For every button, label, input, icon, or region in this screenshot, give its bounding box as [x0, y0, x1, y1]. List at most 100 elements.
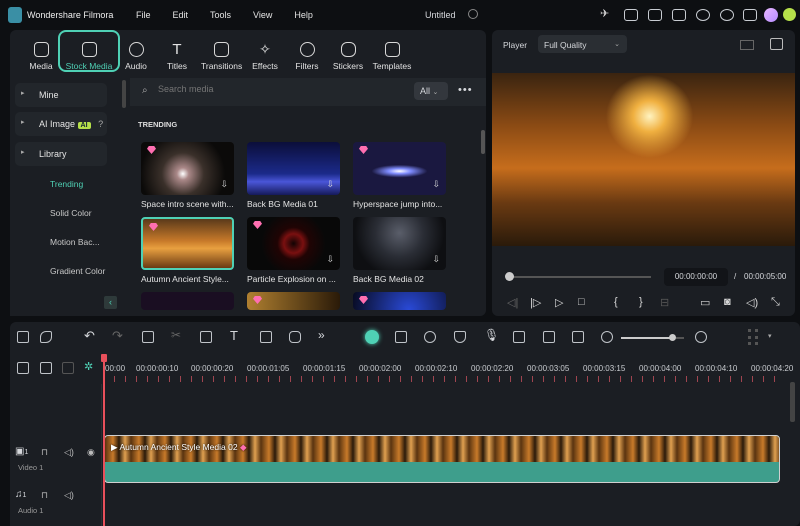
track-manage-icon[interactable]	[62, 362, 74, 374]
sidebar-item-trending[interactable]: Trending	[50, 179, 83, 189]
headset-icon[interactable]	[720, 9, 734, 21]
media-scrollbar[interactable]	[481, 130, 485, 154]
tab-audio[interactable]: Audio	[116, 42, 156, 71]
audio-mix-icon[interactable]	[513, 331, 525, 343]
upgrade-icon[interactable]	[783, 8, 796, 21]
mute-icon[interactable]: ◁)	[64, 490, 74, 501]
lock-icon[interactable]: ⊓	[41, 447, 48, 458]
download-icon[interactable]: ⇩	[432, 179, 440, 190]
tab-filters[interactable]: Filters	[287, 42, 327, 71]
zoom-out-icon[interactable]	[601, 331, 613, 343]
tab-templates[interactable]: Templates	[371, 42, 413, 71]
menu-tools[interactable]: Tools	[210, 10, 231, 20]
undo-icon[interactable]: ↶	[84, 328, 95, 344]
ai-assistant-icon[interactable]	[365, 330, 379, 344]
crop-icon[interactable]	[200, 331, 212, 343]
link-icon[interactable]	[40, 362, 52, 374]
text-tool-icon[interactable]: T	[230, 328, 238, 343]
timeline-scrollbar[interactable]	[790, 382, 795, 422]
tab-effects[interactable]: ✧ Effects	[245, 42, 285, 72]
zoom-in-icon[interactable]	[695, 331, 707, 343]
tab-stock-media[interactable]: Stock Media	[58, 42, 120, 71]
mark-out-icon[interactable]: }	[639, 296, 643, 308]
prev-frame-icon[interactable]: ◁|	[507, 296, 518, 309]
quality-dropdown[interactable]: Full Quality ⌄	[538, 35, 627, 53]
download-icon[interactable]: ⇩	[432, 254, 440, 265]
menu-help[interactable]: Help	[294, 10, 313, 20]
grid-view-icon[interactable]	[740, 40, 754, 50]
fit-timeline-icon[interactable]	[572, 331, 584, 343]
more-tools-icon[interactable]: »	[318, 328, 325, 342]
avatar[interactable]	[764, 8, 778, 22]
download-icon[interactable]: ⇩	[326, 254, 334, 265]
thumbnail[interactable]	[141, 292, 234, 310]
microphone-icon[interactable]: 🎙	[484, 328, 499, 342]
notes-icon[interactable]	[624, 9, 638, 21]
menu-file[interactable]: File	[136, 10, 151, 20]
snap-icon[interactable]: ✲	[84, 360, 93, 373]
ai-copilot-icon[interactable]	[395, 331, 407, 343]
tab-transitions[interactable]: Transitions	[201, 42, 242, 71]
playhead-handle[interactable]	[101, 354, 107, 362]
play-icon[interactable]: ▷	[555, 296, 563, 309]
sidebar-item-motion-background[interactable]: Motion Bac...	[50, 237, 100, 247]
waveform-icon[interactable]	[770, 38, 783, 50]
cut-icon[interactable]: ✂	[171, 328, 181, 342]
save-icon[interactable]	[672, 9, 686, 21]
tab-titles[interactable]: T Titles	[157, 42, 197, 71]
thumbnail[interactable]	[353, 292, 446, 310]
playhead[interactable]	[103, 356, 105, 526]
fullscreen-icon[interactable]: ⤡	[771, 296, 780, 309]
detach-icon[interactable]	[543, 331, 555, 343]
menu-view[interactable]: View	[253, 10, 272, 20]
zoom-slider[interactable]	[621, 337, 673, 339]
lock-icon[interactable]: ⊓	[41, 490, 48, 501]
playback-slider[interactable]	[509, 276, 651, 278]
sidebar-item-library[interactable]: Library	[15, 142, 107, 166]
video-preview[interactable]	[492, 73, 795, 246]
shield-icon[interactable]	[454, 331, 466, 343]
redo-icon[interactable]: ↷	[112, 328, 123, 344]
render-preview-icon[interactable]	[424, 331, 436, 343]
search-input[interactable]	[158, 84, 358, 94]
volume-icon[interactable]: ◁)	[746, 296, 758, 309]
more-options-button[interactable]: •••	[458, 84, 473, 96]
add-track-icon[interactable]	[17, 362, 29, 374]
display-icon[interactable]: ▭	[700, 296, 710, 309]
layout-grid-icon[interactable]	[17, 331, 29, 343]
download-icon[interactable]: ⇩	[220, 179, 228, 190]
next-frame-icon[interactable]: |▷	[530, 296, 541, 309]
mute-icon[interactable]: ◁)	[64, 447, 74, 458]
chevron-down-icon[interactable]: ▾	[768, 332, 772, 340]
effects-tool-icon[interactable]	[289, 331, 301, 343]
apps-icon[interactable]	[743, 9, 757, 21]
tab-media[interactable]: Media	[21, 42, 61, 71]
shape-icon[interactable]	[260, 331, 272, 343]
tab-stickers[interactable]: Stickers	[328, 42, 368, 71]
stop-icon[interactable]: □	[578, 296, 585, 308]
snapshot-icon[interactable]: ◙	[724, 296, 731, 308]
sidebar-scrollbar[interactable]	[122, 80, 126, 108]
sidebar-item-ai-image[interactable]: AI Image AI ?	[15, 112, 107, 136]
download-icon[interactable]: ⇩	[326, 179, 334, 190]
layout-icon[interactable]	[648, 9, 662, 21]
help-icon[interactable]: ?	[98, 119, 103, 129]
sidebar-item-mine[interactable]: Mine	[15, 83, 107, 107]
filter-dropdown[interactable]: All ⌄	[414, 82, 448, 100]
marker-icon[interactable]: ⊟	[660, 296, 669, 309]
playback-handle[interactable]	[505, 272, 514, 281]
collapse-sidebar-button[interactable]: ‹	[104, 296, 117, 309]
delete-icon[interactable]	[142, 331, 154, 343]
zoom-slider-handle[interactable]	[669, 334, 676, 341]
eye-icon[interactable]: ◉	[87, 447, 95, 458]
select-tool-icon[interactable]	[40, 331, 52, 343]
current-time[interactable]: 00:00:00:00	[664, 268, 728, 286]
video-clip[interactable]: ▶ Autumn Ancient Style Media 02 ◆	[104, 435, 780, 483]
mark-in-icon[interactable]: {	[614, 296, 618, 308]
menu-edit[interactable]: Edit	[173, 10, 189, 20]
sidebar-item-solid-color[interactable]: Solid Color	[50, 208, 92, 218]
sidebar-item-gradient-color[interactable]: Gradient Color	[50, 266, 105, 276]
track-options-icon[interactable]	[748, 329, 758, 345]
cloud-upload-icon[interactable]	[696, 9, 710, 21]
send-icon[interactable]: ✈	[600, 7, 614, 20]
